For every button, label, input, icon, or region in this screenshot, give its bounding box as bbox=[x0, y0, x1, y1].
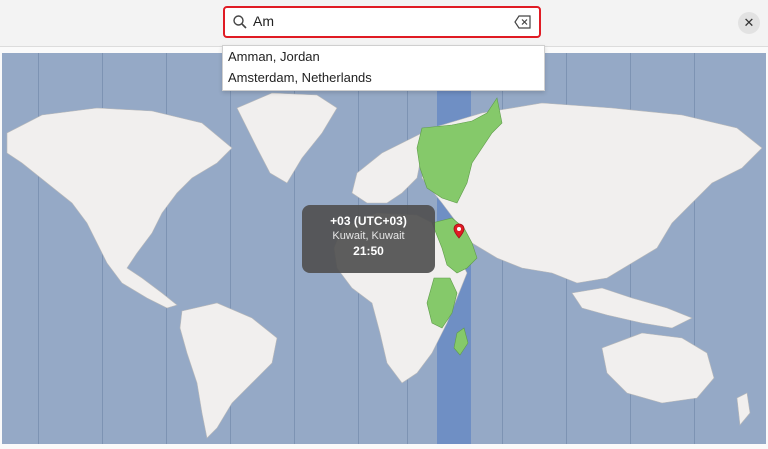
timezone-time: 21:50 bbox=[353, 244, 384, 258]
backspace-icon[interactable] bbox=[514, 15, 532, 29]
map-pin-icon[interactable] bbox=[453, 223, 465, 239]
search-input[interactable]: Am bbox=[253, 13, 274, 29]
search-field[interactable]: Am bbox=[223, 6, 541, 38]
suggestion-amman[interactable]: Amman, Jordan bbox=[223, 46, 544, 67]
search-icon bbox=[233, 15, 247, 29]
timezone-location: Kuwait, Kuwait bbox=[332, 230, 405, 242]
close-button[interactable]: ✕ bbox=[738, 12, 760, 34]
suggestion-amsterdam[interactable]: Amsterdam, Netherlands bbox=[223, 67, 544, 88]
header-bar: Am ✕ bbox=[0, 0, 768, 47]
timezone-offset: +03 (UTC+03) bbox=[330, 214, 407, 228]
close-icon: ✕ bbox=[743, 15, 755, 30]
search-suggestions: Amman, Jordan Amsterdam, Netherlands bbox=[222, 45, 545, 91]
timezone-tooltip: +03 (UTC+03) Kuwait, Kuwait 21:50 bbox=[302, 205, 435, 273]
